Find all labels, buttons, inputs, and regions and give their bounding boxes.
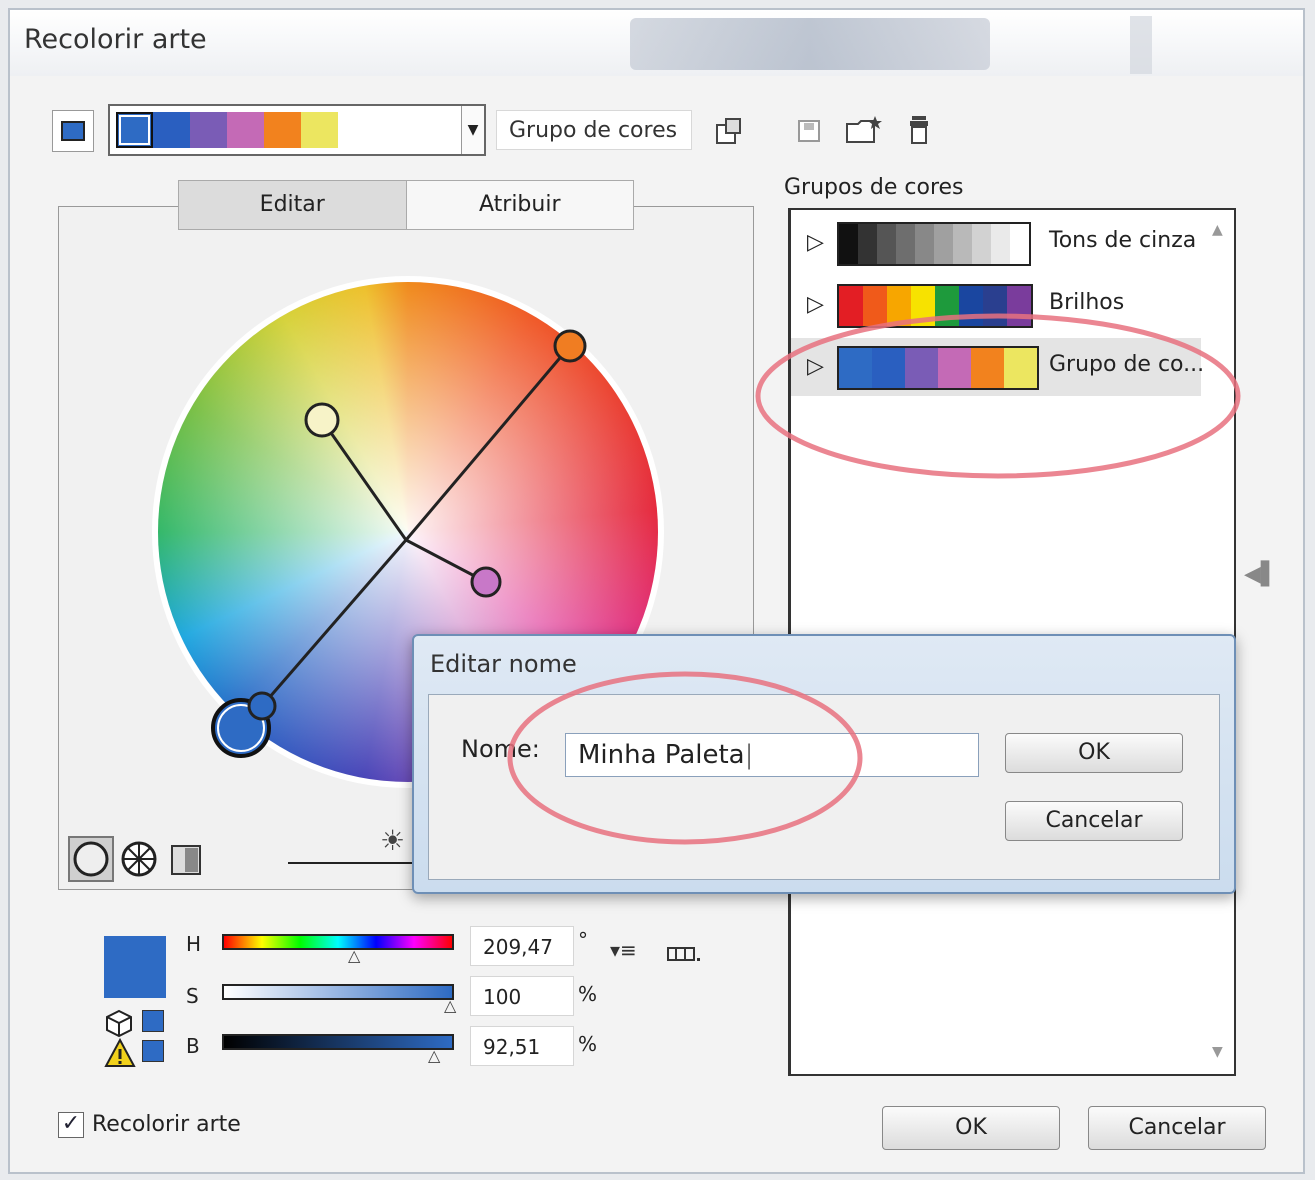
background-window-edge <box>1130 16 1152 74</box>
group-color-swatch <box>915 224 934 264</box>
color-bars-icon[interactable] <box>170 844 202 876</box>
group-color-swatch <box>959 286 983 326</box>
brightness-slider[interactable] <box>288 862 412 864</box>
group-color-swatch <box>935 286 959 326</box>
segmented-wheel-icon[interactable] <box>120 840 158 878</box>
text-caret: | <box>744 740 754 770</box>
harmony-marker-purple[interactable] <box>470 566 502 598</box>
new-group-icon[interactable] <box>844 114 884 146</box>
scroll-up-icon[interactable]: ▲ <box>1212 222 1223 238</box>
group-color-swatch <box>905 348 938 388</box>
brightness-unit: % <box>578 1032 598 1056</box>
saturation-unit: % <box>578 982 598 1006</box>
dialog-body: Nome: Minha Paleta| OK Cancelar <box>428 694 1220 880</box>
recolor-art-label: Recolorir arte <box>92 1112 241 1137</box>
new-from-selection-icon[interactable] <box>714 116 744 146</box>
group-swatch-strip <box>837 346 1039 390</box>
group-color-swatch <box>1007 286 1031 326</box>
group-color-swatch <box>972 224 991 264</box>
group-name: Grupo de co... <box>1049 352 1205 377</box>
name-label: Nome: <box>461 735 540 763</box>
harmony-marker-orange[interactable] <box>553 329 587 363</box>
brightness-label: B <box>186 1034 200 1058</box>
hue-label: H <box>186 932 202 956</box>
hue-value-field[interactable]: 209,47 <box>470 926 574 966</box>
hue-slider[interactable] <box>222 934 454 950</box>
saturation-value-field[interactable]: 100 <box>470 976 574 1016</box>
edit-name-dialog: Editar nome Nome: Minha Paleta| OK Cance… <box>412 634 1236 894</box>
warning-icon[interactable] <box>104 1038 136 1068</box>
group-color-swatch <box>839 224 858 264</box>
recolor-art-checkbox[interactable]: ✓ <box>58 1112 84 1138</box>
group-color-swatch <box>858 224 877 264</box>
group-color-swatch <box>839 286 863 326</box>
group-name: Brilhos <box>1049 290 1125 315</box>
group-color-swatch <box>863 286 887 326</box>
harmony-marker-blue[interactable] <box>247 691 277 721</box>
expand-triangle-icon[interactable]: ▷ <box>807 230 824 255</box>
harmony-marker-yellow[interactable] <box>304 402 340 438</box>
gamut-color-swatch[interactable] <box>142 1010 164 1032</box>
brightness-value-field[interactable]: 92,51 <box>470 1026 574 1066</box>
saturation-slider-thumb[interactable]: △ <box>444 996 456 1015</box>
group-color-swatch <box>911 286 935 326</box>
group-color-swatch <box>1004 348 1037 388</box>
color-group-row[interactable]: ▷ Brilhos <box>791 276 1201 334</box>
name-input[interactable]: Minha Paleta| <box>565 733 979 777</box>
slider-menu-icon[interactable]: ▾≡ <box>610 938 637 962</box>
group-color-swatch <box>991 224 1010 264</box>
group-swatch-strip <box>837 284 1033 328</box>
web-safe-color-swatch[interactable] <box>142 1040 164 1062</box>
group-color-swatch <box>839 348 872 388</box>
group-swatch-strip <box>837 222 1031 266</box>
collapse-panel-icon[interactable]: ◀▌ <box>1244 562 1278 587</box>
delete-icon[interactable] <box>906 114 934 146</box>
group-color-swatch <box>1010 224 1029 264</box>
group-color-swatch <box>934 224 953 264</box>
cancel-button[interactable]: Cancelar <box>1088 1106 1266 1150</box>
ok-button[interactable]: OK <box>882 1106 1060 1150</box>
current-color-swatch <box>104 936 166 998</box>
expand-triangle-icon[interactable]: ▷ <box>807 354 824 379</box>
expand-triangle-icon[interactable]: ▷ <box>807 292 824 317</box>
group-name: Tons de cinza <box>1049 228 1197 253</box>
brightness-value-slider[interactable] <box>222 1034 454 1050</box>
group-color-swatch <box>872 348 905 388</box>
dialog-cancel-button[interactable]: Cancelar <box>1005 801 1183 841</box>
color-adjust-icon[interactable] <box>666 942 706 966</box>
scroll-down-icon[interactable]: ▼ <box>1212 1044 1223 1060</box>
brightness-slider-thumb[interactable]: △ <box>428 1046 440 1065</box>
group-color-swatch <box>983 286 1007 326</box>
color-groups-label: Grupos de cores <box>784 175 964 200</box>
smooth-wheel-icon[interactable] <box>68 836 114 882</box>
group-color-swatch <box>938 348 971 388</box>
dialog-title: Editar nome <box>430 650 577 678</box>
group-color-swatch <box>877 224 896 264</box>
hue-unit: ° <box>578 928 588 952</box>
save-icon[interactable] <box>796 118 824 146</box>
group-color-swatch <box>953 224 972 264</box>
brightness-icon: ☀ <box>380 824 406 857</box>
saturation-label: S <box>186 984 199 1008</box>
out-of-gamut-icon[interactable] <box>104 1008 134 1038</box>
color-group-row[interactable]: ▷ Tons de cinza <box>791 214 1201 272</box>
group-color-swatch <box>971 348 1004 388</box>
dialog-ok-button[interactable]: OK <box>1005 733 1183 773</box>
group-color-swatch <box>896 224 915 264</box>
color-group-row-selected[interactable]: ▷ Grupo de co... <box>791 338 1205 396</box>
hue-slider-thumb[interactable]: △ <box>348 946 360 965</box>
saturation-slider[interactable] <box>222 984 454 1000</box>
group-color-swatch <box>887 286 911 326</box>
